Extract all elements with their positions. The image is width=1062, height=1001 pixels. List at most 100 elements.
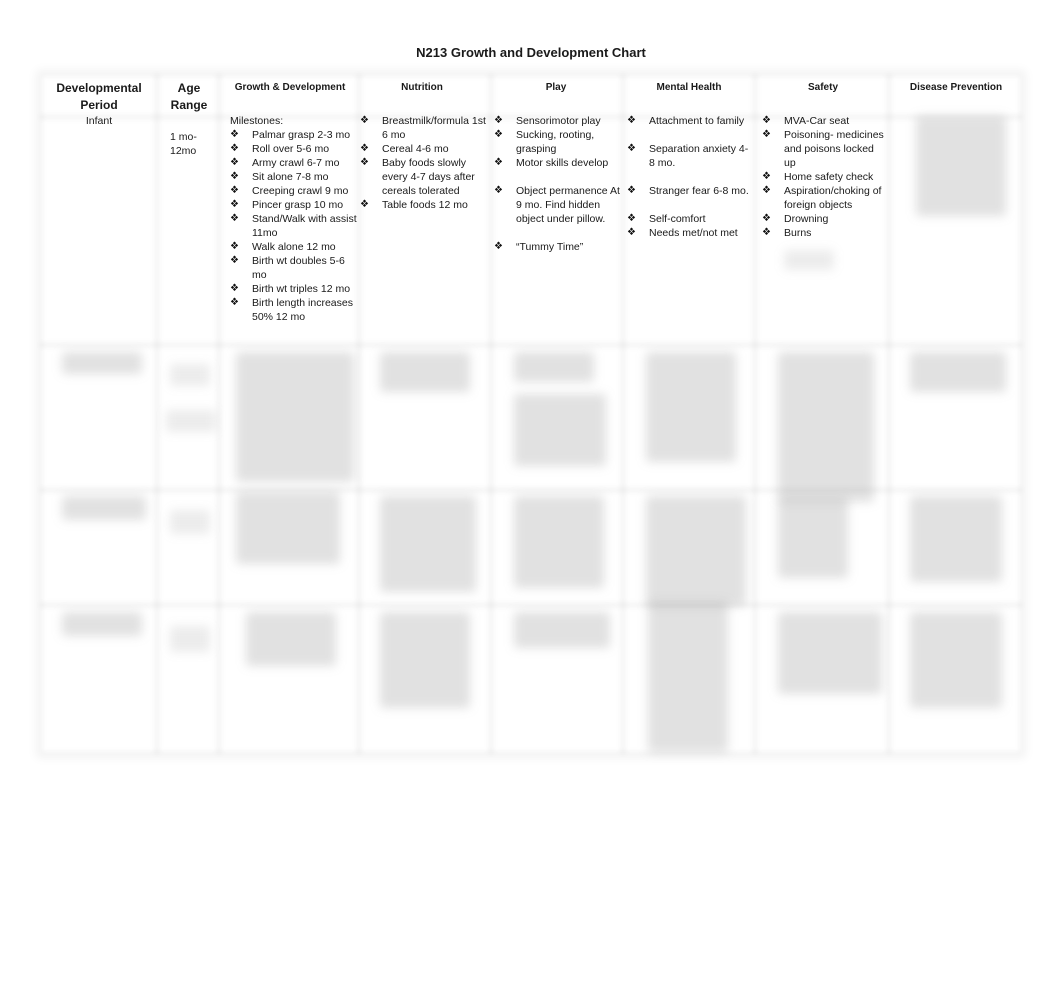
diamond-bullet-icon: ❖ (762, 227, 771, 238)
diamond-bullet-icon: ❖ (230, 129, 239, 140)
diamond-bullet-icon: ❖ (230, 213, 239, 224)
cell-safety-infant: ❖ MVA-Car seat ❖ Poisoning- medicines and p… (762, 114, 886, 240)
cell-period-infant: Infant (85, 115, 113, 127)
list-item: ❖ Roll over 5-6 mo (230, 142, 358, 156)
cell-play-infant: ❖ Sensorimotor play ❖ Sucking, rooting, gra… (494, 114, 620, 254)
milestones-label: Milestones: (230, 115, 284, 127)
header-developmental-period: Developmental Period (40, 80, 158, 114)
list-item-text: Sensorimotor play (516, 115, 601, 127)
cell-mental-health-infant: ❖ Attachment to family ❖ Separation anxiety… (627, 114, 753, 240)
list-item: ❖ Birth length increases 50% 12 mo (230, 296, 358, 324)
list-item-text: Palmar grasp 2-3 mo (252, 129, 351, 141)
list-item-text: Burns (784, 227, 812, 239)
diamond-bullet-icon: ❖ (762, 129, 771, 140)
list-item: ❖ Sensorimotor play (494, 114, 620, 128)
list-item-text: Walk alone 12 mo (252, 241, 336, 253)
list-item: ❖ Burns (762, 226, 886, 240)
column-divider (620, 74, 626, 754)
age-range-line: 1 mo- (170, 131, 197, 143)
list-item: ❖ Stranger fear 6-8 mo. (627, 184, 753, 198)
list-item-text: Home safety check (784, 171, 874, 183)
list-item-text: Roll over 5-6 mo (252, 143, 330, 155)
list-item-text: Birth length increases 50% 12 mo (252, 297, 353, 323)
header-mental-health: Mental Health (656, 82, 722, 93)
header-line: Age (177, 81, 201, 95)
list-item-text: Motor skills develop (516, 157, 609, 169)
safety-list: ❖ MVA-Car seat ❖ Poisoning- medicines and p… (762, 114, 886, 240)
list-item-text: Poisoning- medicines and poisons locked … (784, 129, 884, 169)
list-item: ❖ Palmar grasp 2-3 mo (230, 128, 358, 142)
diamond-bullet-icon: ❖ (627, 143, 636, 154)
list-item: ❖ Birth wt triples 12 mo (230, 282, 358, 296)
row-divider (40, 487, 1022, 493)
list-item-text: Attachment to family (649, 115, 745, 127)
redacted-text-block (916, 116, 1006, 216)
list-item: ❖ Poisoning- medicines and poisons locked… (762, 128, 886, 170)
diamond-bullet-icon: ❖ (230, 171, 239, 182)
header-disease-prevention: Disease Prevention (909, 82, 1003, 93)
list-item-text: Separation anxiety 4-8 mo. (649, 143, 749, 169)
list-item: ❖ Attachment to family (627, 114, 753, 128)
column-divider (154, 74, 160, 754)
list-item-text: “Tummy Time” (516, 241, 584, 253)
list-item-text: Self-comfort (649, 213, 706, 225)
diamond-bullet-icon: ❖ (360, 199, 369, 210)
list-item-text: Aspiration/choking of foreign objects (784, 185, 882, 211)
diamond-bullet-icon: ❖ (230, 255, 239, 266)
header-line: Developmental (56, 81, 142, 95)
diamond-bullet-icon: ❖ (230, 241, 239, 252)
diamond-bullet-icon: ❖ (627, 213, 636, 224)
diamond-bullet-icon: ❖ (494, 157, 503, 168)
list-item: ❖ “Tummy Time” (494, 240, 620, 254)
nutrition-list: ❖ Breastmilk/formula 1st 6 mo ❖ Cereal 4-6 … (360, 114, 488, 212)
cell-age-range-infant: 1 mo- 12mo (170, 130, 220, 158)
list-item-text: Object permanence At 9 mo. Find hidden o… (516, 185, 620, 225)
list-item: ❖ Separation anxiety 4-8 mo. (627, 142, 753, 170)
cell-nutrition-infant: ❖ Breastmilk/formula 1st 6 mo ❖ Cereal 4-6 … (360, 114, 488, 212)
row-divider (40, 602, 1022, 608)
header-play: Play (545, 82, 567, 93)
list-item-text: Baby foods slowly every 4-7 days after c… (382, 157, 475, 197)
list-item: ❖ Army crawl 6-7 mo (230, 156, 358, 170)
header-safety: Safety (807, 82, 838, 93)
diamond-bullet-icon: ❖ (360, 143, 369, 154)
cell-growth-infant: Milestones: ❖ Palmar grasp 2-3 mo ❖ Roll ov… (230, 114, 358, 324)
list-item: ❖ Pincer grasp 10 mo (230, 198, 358, 212)
list-item-text: Stand/Walk with assist 11mo (252, 213, 357, 239)
list-item: ❖ Baby foods slowly every 4-7 days after … (360, 156, 488, 198)
list-item: ❖ Creeping crawl 9 mo (230, 184, 358, 198)
diamond-bullet-icon: ❖ (627, 185, 636, 196)
list-item: ❖ Needs met/not met (627, 226, 753, 240)
mental-health-list: ❖ Attachment to family ❖ Separation anxiety… (627, 114, 753, 240)
diamond-bullet-icon: ❖ (627, 227, 636, 238)
diamond-bullet-icon: ❖ (762, 213, 771, 224)
list-item: ❖ Drowning (762, 212, 886, 226)
diamond-bullet-icon: ❖ (762, 115, 771, 126)
diamond-bullet-icon: ❖ (494, 115, 503, 126)
diamond-bullet-icon: ❖ (494, 241, 503, 252)
list-item-text: MVA-Car seat (784, 115, 850, 127)
diamond-bullet-icon: ❖ (494, 185, 503, 196)
row-divider (40, 342, 1022, 348)
diamond-bullet-icon: ❖ (762, 185, 771, 196)
list-item-text: Birth wt doubles 5-6 mo (252, 255, 345, 281)
list-item: ❖ Table foods 12 mo (360, 198, 488, 212)
list-item-text: Table foods 12 mo (382, 199, 468, 211)
list-item-text: Breastmilk/formula 1st 6 mo (382, 115, 486, 141)
list-item-text: Sit alone 7-8 mo (252, 171, 329, 183)
list-item-text: Birth wt triples 12 mo (252, 283, 351, 295)
list-item-text: Drowning (784, 213, 829, 225)
list-item-text: Creeping crawl 9 mo (252, 185, 349, 197)
redacted-text-block (784, 250, 834, 270)
growth-development-table: Developmental Period Age Range Growth & … (40, 74, 1022, 754)
list-item: ❖ Walk alone 12 mo (230, 240, 358, 254)
list-item: ❖ Aspiration/choking of foreign objects (762, 184, 886, 212)
header-line: Period (80, 98, 118, 112)
diamond-bullet-icon: ❖ (230, 157, 239, 168)
list-item-text: Cereal 4-6 mo (382, 143, 449, 155)
growth-list: ❖ Palmar grasp 2-3 mo ❖ Roll over 5-6 mo ❖ Ar… (230, 128, 358, 324)
list-item-text: Needs met/not met (649, 227, 738, 239)
list-item-text: Stranger fear 6-8 mo. (649, 185, 749, 197)
header-nutrition: Nutrition (401, 82, 443, 93)
diamond-bullet-icon: ❖ (494, 129, 503, 140)
